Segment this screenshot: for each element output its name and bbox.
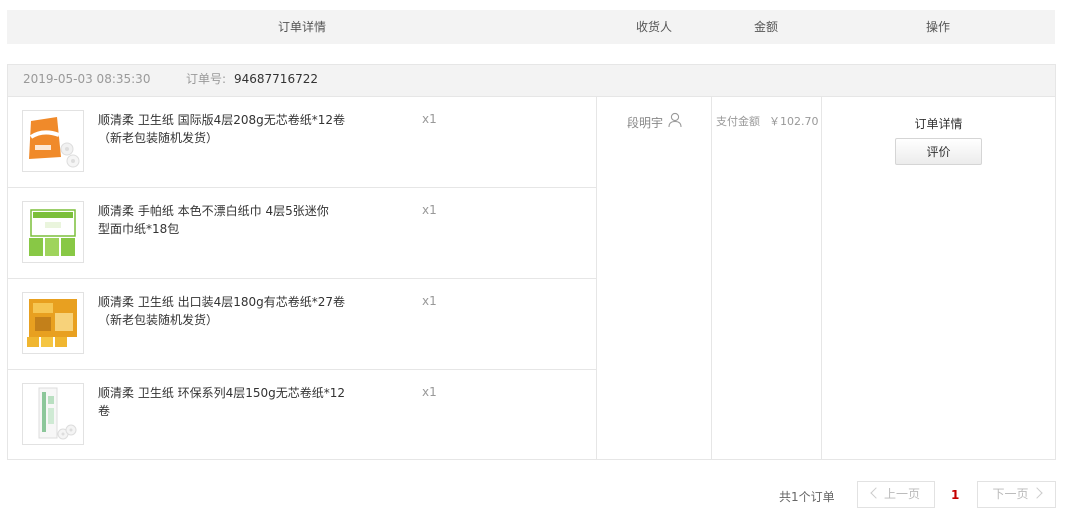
user-icon[interactable] [668,112,682,131]
order-number-label: 订单号: [186,72,227,86]
order-item: 顺清柔 卫生纸 国际版4层208g无芯卷纸*12卷 （新老包装随机发货） x1 [8,97,596,188]
handkerchief-pack-green-icon [23,202,83,262]
product-image[interactable] [22,383,84,445]
header-amount: 金额 [753,20,778,34]
product-image[interactable] [22,110,84,172]
order-number: 94687716722 [234,72,318,86]
order-header: 2019-05-03 08:35:30 订单号: 94687716722 [8,65,1055,97]
toilet-roll-pack-green-icon [23,384,83,444]
product-name-line1: 顺清柔 卫生纸 出口装4层180g有芯卷纸*27卷 [98,295,346,309]
receiver-cell: 段明宇 [597,97,711,459]
product-name-link[interactable]: 顺清柔 卫生纸 国际版4层208g无芯卷纸*12卷 （新老包装随机发货） [98,111,348,147]
product-image[interactable] [22,201,84,263]
header-receiver: 收货人 [635,20,672,34]
review-button[interactable]: 评价 [895,138,982,165]
payment-amount-label: 支付金额 [716,115,760,128]
chevron-left-icon [870,487,882,499]
product-name-link[interactable]: 顺清柔 卫生纸 环保系列4层150g无芯卷纸*12 卷 [98,384,348,420]
toilet-roll-box-yellow-icon [23,293,83,353]
next-page-button[interactable]: 下一页 [977,481,1056,508]
product-quantity: x1 [422,385,437,399]
product-quantity: x1 [422,203,437,217]
operations-cell: 订单详情 评价 [822,97,1055,459]
current-page[interactable]: 1 [951,488,959,502]
order-card: 2019-05-03 08:35:30 订单号: 94687716722 顺清柔… [7,64,1056,460]
product-quantity: x1 [422,294,437,308]
next-page-label: 下一页 [992,487,1029,501]
product-name-line1: 顺清柔 手帕纸 本色不漂白纸巾 4层5张迷你 [98,204,329,218]
product-name-link[interactable]: 顺清柔 卫生纸 出口装4层180g有芯卷纸*27卷 （新老包装随机发货） [98,293,348,329]
order-item: 顺清柔 手帕纸 本色不漂白纸巾 4层5张迷你 型面巾纸*18包 x1 [8,188,596,279]
product-name-line2: 卷 [98,404,111,418]
order-item-list: 顺清柔 卫生纸 国际版4层208g无芯卷纸*12卷 （新老包装随机发货） x1 … [8,97,596,459]
product-image[interactable] [22,292,84,354]
prev-page-button[interactable]: 上一页 [857,481,935,508]
product-name-line1: 顺清柔 卫生纸 国际版4层208g无芯卷纸*12卷 [98,113,346,127]
order-detail-link[interactable]: 订单详情 [822,115,1055,132]
order-item: 顺清柔 卫生纸 出口装4层180g有芯卷纸*27卷 （新老包装随机发货） x1 [8,279,596,370]
receiver-name: 段明宇 [627,116,664,130]
amount-cell: 支付金额 ￥102.70 [712,97,822,459]
order-count: 共1个订单 [779,490,835,504]
product-quantity: x1 [422,112,437,126]
table-header: 订单详情 收货人 金额 操作 [7,10,1055,44]
order-item: 顺清柔 卫生纸 环保系列4层150g无芯卷纸*12 卷 x1 [8,370,596,460]
payment-amount: ￥102.70 [769,115,819,128]
product-name-line1: 顺清柔 卫生纸 环保系列4层150g无芯卷纸*12 [98,386,346,400]
prev-page-label: 上一页 [883,487,920,501]
product-name-line2: 型面巾纸*18包 [98,222,180,236]
product-name-line2: （新老包装随机发货） [98,313,219,327]
toilet-roll-pack-orange-icon [23,111,83,171]
header-operations: 操作 [925,20,950,34]
order-time: 2019-05-03 08:35:30 [23,72,151,86]
chevron-right-icon [1030,487,1043,499]
product-name-link[interactable]: 顺清柔 手帕纸 本色不漂白纸巾 4层5张迷你 型面巾纸*18包 [98,202,348,238]
header-order-detail: 订单详情 [277,20,326,34]
product-name-line2: （新老包装随机发货） [98,131,219,145]
